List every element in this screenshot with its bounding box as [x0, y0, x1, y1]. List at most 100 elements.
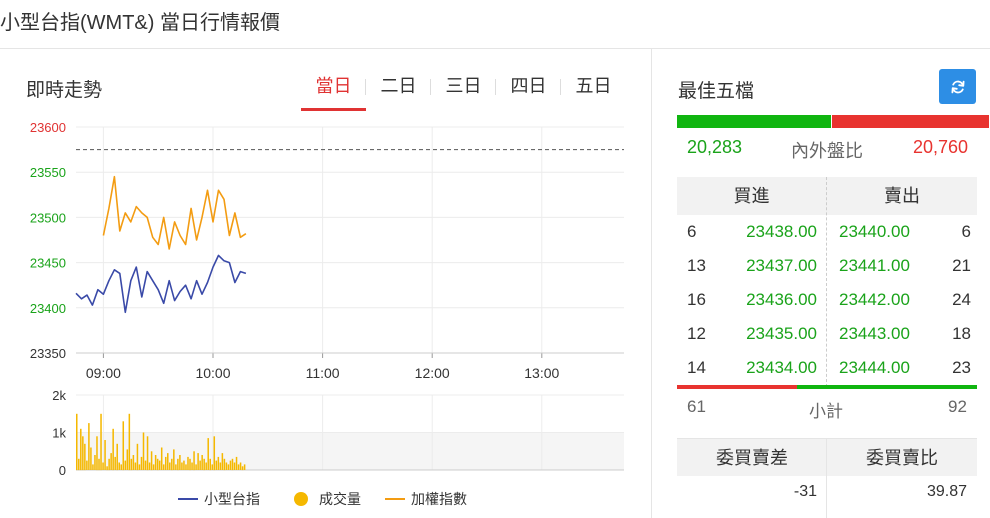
realtime-chart-panel: 即時走勢 當日 二日 三日 四日 五日 23600 23550 23500 23450…: [0, 49, 652, 518]
page-title: 小型台指(WMT&) 當日行情報價: [0, 12, 280, 34]
bid-price: 23438.00: [746, 222, 817, 241]
bid-ask-ratio: 39.87: [926, 483, 967, 500]
volume-bar: [175, 464, 177, 470]
volume-bar: [124, 460, 127, 470]
volume-bar: [167, 453, 169, 470]
bid-price: 23436.00: [746, 290, 817, 309]
volume-bar: [114, 456, 116, 470]
price-tick-label: 23500: [30, 210, 66, 225]
orderbook-row: 14 23434.00 23444.00 23: [677, 351, 977, 385]
volume-bar: [152, 464, 155, 470]
best-five-title: 最佳五檔: [678, 81, 755, 102]
volume-bar: [84, 443, 86, 471]
volume-bar: [80, 428, 82, 471]
ask-volume: 24: [952, 290, 971, 309]
bid-total-bar: [677, 385, 797, 389]
volume-bar: [82, 436, 84, 471]
volume-bar: [154, 455, 157, 470]
volume-bar: [215, 460, 218, 470]
volume-bar: [191, 462, 193, 470]
legend-marker-circle: [294, 492, 308, 506]
bid-volume: 12: [687, 324, 706, 343]
refresh-icon: [951, 80, 964, 93]
volume-bar: [235, 456, 238, 470]
sell-ratio-bar: [832, 115, 989, 128]
ask-price: 23440.00: [839, 222, 910, 241]
ask-price: 23443.00: [839, 324, 910, 343]
subtotal-sell: 92: [948, 397, 967, 416]
volume-tick-label: 0: [59, 463, 66, 478]
orderbook-header: 買進 賣出: [677, 177, 977, 215]
volume-bar: [211, 464, 214, 470]
volume-bar: [126, 449, 129, 470]
inner-volume: 20,283: [687, 137, 743, 157]
volume-bar: [205, 462, 207, 470]
volume-bar: [144, 460, 147, 470]
ask-volume: 6: [961, 222, 971, 241]
volume-bar: [142, 432, 145, 470]
volume-bar: [102, 462, 104, 470]
legend-label: 小型台指: [204, 491, 260, 507]
volume-bar: [88, 423, 90, 470]
orderbook-row: 16 23436.00 23442.00 24: [677, 283, 977, 317]
volume-bar: [217, 456, 220, 470]
ask-volume: 18: [952, 324, 971, 343]
diff-header-1: 委買賣差: [716, 448, 788, 468]
orderbook-row: 13 23437.00 23441.00 21: [677, 249, 977, 283]
diff-header: 委買賣差 委買賣比: [677, 438, 977, 476]
volume-bar: [227, 464, 230, 470]
volume-bar: [98, 458, 100, 471]
ratio-label: 內外盤比: [791, 141, 863, 161]
volume-bar: [171, 458, 173, 471]
volume-bar: [169, 462, 171, 470]
ask-total-bar: [797, 385, 977, 389]
volume-bar: [140, 456, 143, 470]
volume-bar: [156, 458, 159, 471]
volume-bar: [90, 447, 92, 470]
price-tick-label: 23350: [30, 346, 66, 361]
volume-bar: [203, 458, 205, 471]
volume-tick-label: 2k: [52, 388, 66, 403]
volume-bar: [197, 453, 199, 470]
ask-price: 23441.00: [839, 256, 910, 275]
volume-bar: [86, 460, 88, 470]
volume-bar: [78, 458, 80, 471]
volume-bar: [150, 451, 153, 471]
volume-bar: [231, 458, 234, 471]
refresh-button[interactable]: [939, 69, 976, 104]
bid-price: 23437.00: [746, 256, 817, 275]
volume-bar: [243, 464, 246, 470]
volume-bar: [173, 449, 175, 470]
volume-bar: [162, 464, 165, 470]
volume-bar: [181, 462, 183, 470]
volume-bar: [110, 453, 112, 470]
diff-separator: [826, 438, 827, 518]
subtotal-buy: 61: [687, 397, 706, 416]
ask-volume: 23: [952, 358, 971, 377]
volume-bar: [199, 460, 201, 470]
volume-bar: [225, 462, 228, 470]
time-tick-label: 09:00: [86, 365, 121, 381]
series-line: [102, 175, 247, 250]
volume-bar: [219, 462, 222, 470]
volume-bar: [128, 413, 131, 471]
price-tick-label: 23600: [30, 120, 66, 135]
time-tick-label: 11:00: [306, 365, 340, 381]
ask-volume: 21: [952, 256, 971, 275]
volume-bar: [237, 464, 240, 470]
legend-label: 成交量: [319, 491, 361, 507]
subtotal-label: 小計: [809, 402, 843, 421]
outer-volume: 20,760: [913, 137, 969, 157]
volume-bar: [132, 455, 135, 470]
volume-bar: [241, 466, 244, 471]
time-tick-label: 10:00: [195, 365, 230, 381]
bid-price: 23435.00: [746, 324, 817, 343]
orderbook-row: 6 23438.00 23440.00 6: [677, 215, 977, 249]
volume-bar: [104, 440, 106, 470]
buy-header: 買進: [733, 186, 770, 206]
volume-bar: [209, 458, 211, 471]
diff-header-2: 委買賣比: [866, 448, 938, 468]
price-volume-chart: 23600 23550 23500 23450 23400 23350 09:00 10:00…: [30, 120, 624, 507]
volume-bar: [94, 455, 96, 470]
volume-bar: [118, 462, 120, 470]
